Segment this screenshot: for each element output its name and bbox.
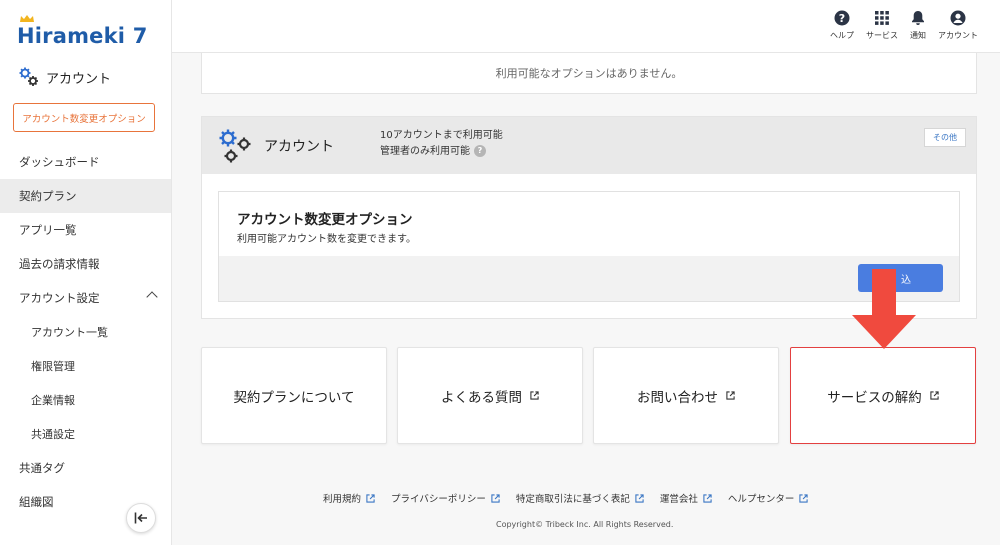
tile-label: 契約プランについて — [233, 389, 355, 406]
account-card-header: アカウント 10アカウントまで利用可能 管理者のみ利用可能? その他 — [202, 117, 976, 174]
option-box: アカウント数変更オプション 利用可能アカウント数を変更できます。 込 — [218, 191, 960, 302]
sidebar-item-billing-history[interactable]: 過去の請求情報 — [0, 247, 171, 281]
sidebar-item-common-settings[interactable]: 共通設定 — [0, 417, 171, 451]
help-button[interactable]: ? ヘルプ — [830, 10, 854, 41]
top-header: ? ヘルプ サービス 通知 アカウント — [172, 0, 1000, 53]
services-button[interactable]: サービス — [866, 10, 898, 41]
tile-label: お問い合わせ — [637, 389, 718, 406]
collapse-sidebar-button[interactable] — [126, 503, 156, 533]
collapse-left-icon — [134, 512, 147, 524]
tile-faq[interactable]: よくある質問 — [397, 347, 583, 444]
other-badge[interactable]: その他 — [924, 128, 966, 147]
admin-only-row: 管理者のみ利用可能? — [380, 144, 503, 160]
footer-link-terms[interactable]: 利用規約 — [323, 491, 375, 505]
logo[interactable]: Hirameki 7 — [17, 15, 148, 48]
notifications-button[interactable]: 通知 — [910, 10, 926, 41]
tile-contract-plan[interactable]: 契約プランについて — [201, 347, 387, 444]
account-card-info: 10アカウントまで利用可能 管理者のみ利用可能? — [380, 128, 503, 160]
help-tooltip-icon[interactable]: ? — [474, 145, 486, 157]
link-tiles: 契約プランについて よくある質問 お問い合わせ サービスの解約 — [201, 347, 979, 445]
admin-only-text: 管理者のみ利用可能 — [380, 146, 470, 157]
no-options-message: 利用可能なオプションはありません。 — [201, 53, 977, 94]
gears-icon — [19, 67, 38, 86]
grid-icon — [875, 11, 889, 25]
help-icon: ? — [834, 10, 850, 26]
sidebar-nav: ダッシュボード 契約プラン アプリ一覧 過去の請求情報 アカウント設定 アカウン… — [0, 145, 171, 519]
account-heading: アカウント — [18, 66, 111, 88]
external-link-icon — [491, 493, 500, 503]
option-footer: 込 — [219, 256, 959, 301]
copyright: Copyright© Tribeck Inc. All Rights Reser… — [496, 520, 674, 529]
help-label: ヘルプ — [830, 31, 854, 40]
svg-text:?: ? — [839, 12, 845, 25]
bell-icon — [912, 11, 924, 25]
account-limit-text: 10アカウントまで利用可能 — [380, 130, 503, 141]
footer-link-label: プライバシーポリシー — [391, 494, 486, 505]
account-option-button[interactable]: アカウント数変更オプション — [13, 103, 155, 132]
external-link-icon — [530, 391, 539, 400]
footer-link-company[interactable]: 運営会社 — [660, 491, 712, 505]
tile-label: よくある質問 — [441, 389, 522, 406]
footer-link-privacy[interactable]: プライバシーポリシー — [391, 491, 500, 505]
footer-link-label: 特定商取引法に基づく表記 — [515, 494, 630, 505]
external-link-icon — [635, 493, 644, 503]
footer-links: 利用規約 プライバシーポリシー 特定商取引法に基づく表記 運営会社 ヘルプセンタ… — [323, 491, 809, 505]
footer-link-commerce-law[interactable]: 特定商取引法に基づく表記 — [516, 491, 644, 505]
sidebar-item-common-tags[interactable]: 共通タグ — [0, 451, 171, 485]
sidebar-item-apps[interactable]: アプリ一覧 — [0, 213, 171, 247]
account-card-title: アカウント — [264, 139, 334, 155]
option-description: 利用可能アカウント数を変更できます。 — [237, 234, 416, 245]
account-button[interactable]: アカウント — [938, 10, 978, 41]
account-label: アカウント — [938, 31, 978, 40]
external-link-icon — [930, 391, 939, 400]
external-link-icon — [703, 493, 712, 503]
tile-contact[interactable]: お問い合わせ — [593, 347, 779, 444]
sidebar: Hirameki 7 アカウント アカウント数変更オプション ダッシュボード 契… — [0, 0, 172, 545]
red-arrow-annotation — [852, 269, 916, 349]
external-link-icon — [799, 493, 809, 503]
crown-icon — [20, 15, 34, 22]
sidebar-item-label: アカウント設定 — [19, 291, 100, 305]
logo-text: Hirameki 7 — [17, 24, 148, 48]
tile-cancel-service[interactable]: サービスの解約 — [790, 347, 976, 444]
option-title: アカウント数変更オプション — [237, 212, 413, 228]
header-icons: ? ヘルプ サービス 通知 アカウント — [830, 10, 978, 41]
footer-link-help-center[interactable]: ヘルプセンター — [728, 491, 809, 505]
sidebar-item-dashboard[interactable]: ダッシュボード — [0, 145, 171, 179]
services-label: サービス — [866, 31, 898, 40]
sidebar-item-account-list[interactable]: アカウント一覧 — [0, 315, 171, 349]
tile-label: サービスの解約 — [827, 389, 922, 406]
external-link-icon — [726, 391, 735, 400]
account-heading-label: アカウント — [46, 71, 112, 87]
sidebar-item-account-settings[interactable]: アカウント設定 — [0, 281, 171, 315]
footer-link-label: 運営会社 — [659, 494, 698, 505]
sidebar-item-contract-plan[interactable]: 契約プラン — [0, 179, 171, 213]
sidebar-item-permissions[interactable]: 権限管理 — [0, 349, 171, 383]
user-icon — [950, 10, 966, 26]
gears-icon — [219, 129, 251, 163]
notifications-label: 通知 — [910, 31, 926, 40]
chevron-up-icon[interactable] — [146, 291, 158, 303]
footer-link-label: 利用規約 — [323, 494, 362, 505]
footer-link-label: ヘルプセンター — [727, 494, 795, 505]
external-link-icon — [366, 493, 375, 503]
sidebar-item-company-info[interactable]: 企業情報 — [0, 383, 171, 417]
